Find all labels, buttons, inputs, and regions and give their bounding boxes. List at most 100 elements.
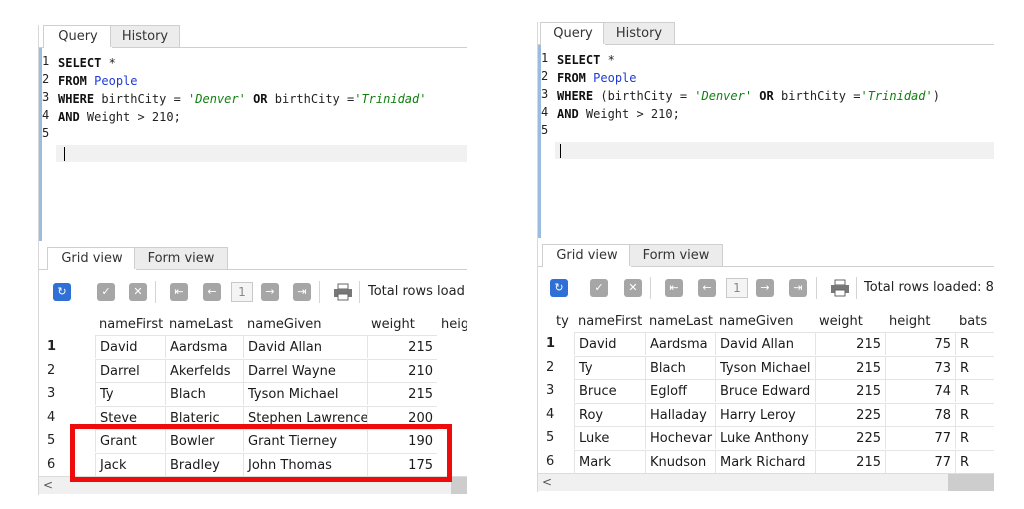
- prev-page-icon[interactable]: ←: [203, 283, 221, 301]
- tab-grid-view[interactable]: Grid view: [47, 247, 137, 270]
- table-cell-given[interactable]: Luke Anthony: [715, 426, 815, 449]
- table-cell-first[interactable]: Bruce: [574, 379, 645, 402]
- table-cell-first[interactable]: David: [574, 332, 645, 355]
- table-cell-height[interactable]: 78: [885, 402, 955, 426]
- table-cell-last[interactable]: Egloff: [645, 379, 715, 402]
- tab-grid-view[interactable]: Grid view: [542, 244, 632, 267]
- table-cell-bats[interactable]: R: [955, 355, 994, 379]
- table-cell-last[interactable]: Aardsma: [645, 332, 715, 355]
- column-header[interactable]: ty: [554, 310, 574, 333]
- table-cell-given[interactable]: Darrel Wayne: [243, 358, 367, 382]
- table-cell-last[interactable]: Akerfelds: [165, 358, 243, 382]
- table-cell-first[interactable]: Luke: [574, 426, 645, 449]
- column-header[interactable]: nameGiven: [715, 310, 815, 333]
- table-cell-height[interactable]: 74: [885, 379, 955, 402]
- column-header[interactable]: height: [885, 310, 955, 333]
- check-icon[interactable]: ✓: [590, 279, 608, 297]
- table-cell-last[interactable]: Halladay: [645, 402, 715, 426]
- table-cell-given[interactable]: Tyson Michael: [715, 355, 815, 379]
- scroll-left-icon[interactable]: <: [542, 474, 552, 491]
- sql-editor[interactable]: 1 2 3 4 5 SELECT * FROM People WHERE bir…: [39, 48, 467, 241]
- row-number[interactable]: 6: [540, 450, 574, 473]
- tab-history[interactable]: History: [110, 25, 180, 47]
- table-cell-given[interactable]: David Allan: [715, 332, 815, 355]
- table-cell-weight[interactable]: 215: [815, 449, 885, 473]
- next-page-icon[interactable]: →: [756, 279, 774, 297]
- table-cell-weight[interactable]: 215: [367, 382, 437, 405]
- table-cell-bats[interactable]: R: [955, 332, 994, 355]
- tab-form-view[interactable]: Form view: [629, 244, 723, 266]
- table-cell-last[interactable]: Blach: [645, 355, 715, 379]
- row-number[interactable]: 4: [540, 403, 574, 426]
- table-cell-last[interactable]: Hochevar: [645, 426, 715, 449]
- table-cell-given[interactable]: David Allan: [243, 335, 367, 358]
- column-header[interactable]: nameLast: [645, 310, 715, 333]
- table-cell-last[interactable]: Knudson: [645, 449, 715, 473]
- check-icon[interactable]: ✓: [97, 283, 115, 301]
- tab-query[interactable]: Query: [43, 25, 113, 48]
- table-cell-height[interactable]: 77: [885, 426, 955, 449]
- horizontal-scrollbar[interactable]: <: [538, 473, 994, 491]
- prev-page-icon[interactable]: ←: [698, 279, 716, 297]
- tab-query[interactable]: Query: [540, 22, 606, 45]
- column-header[interactable]: heig: [437, 313, 467, 336]
- table-cell-first[interactable]: David: [95, 335, 165, 358]
- table-cell-given[interactable]: Tyson Michael: [243, 382, 367, 405]
- table-cell-weight[interactable]: 215: [815, 355, 885, 379]
- table-cell-height[interactable]: 73: [885, 355, 955, 379]
- table-cell-first[interactable]: Mark: [574, 449, 645, 473]
- column-header[interactable]: nameFirst: [574, 310, 645, 333]
- column-header[interactable]: nameLast: [165, 313, 243, 336]
- row-number[interactable]: 2: [540, 356, 574, 379]
- table-cell-bats[interactable]: R: [955, 379, 994, 402]
- column-header[interactable]: weight: [815, 310, 885, 333]
- table-cell-weight[interactable]: 215: [367, 335, 437, 358]
- table-cell-height[interactable]: 75: [885, 332, 955, 355]
- table-cell-first[interactable]: Roy: [574, 402, 645, 426]
- table-cell-bats[interactable]: R: [955, 449, 994, 473]
- table-cell-bats[interactable]: R: [955, 426, 994, 449]
- table-cell-weight[interactable]: 210: [367, 358, 437, 382]
- last-page-icon[interactable]: ⇥: [293, 283, 311, 301]
- row-number[interactable]: 3: [540, 379, 574, 402]
- table-cell-last[interactable]: Aardsma: [165, 335, 243, 358]
- tab-form-view[interactable]: Form view: [134, 247, 228, 269]
- refresh-icon[interactable]: ↻: [53, 283, 71, 301]
- next-page-icon[interactable]: →: [261, 283, 279, 301]
- last-page-icon[interactable]: ⇥: [789, 279, 807, 297]
- first-page-icon[interactable]: ⇤: [170, 283, 188, 301]
- page-number-field[interactable]: 1: [231, 282, 253, 302]
- table-cell-given[interactable]: Harry Leroy: [715, 402, 815, 426]
- table-cell-first[interactable]: Ty: [95, 382, 165, 405]
- table-cell-first[interactable]: Darrel: [95, 358, 165, 382]
- table-cell-weight[interactable]: 215: [815, 379, 885, 402]
- column-header[interactable]: bats: [955, 310, 994, 333]
- table-cell-height[interactable]: 77: [885, 449, 955, 473]
- table-cell-weight[interactable]: 225: [815, 402, 885, 426]
- row-number[interactable]: 1: [540, 332, 574, 355]
- cancel-icon[interactable]: ✕: [129, 283, 147, 301]
- table-cell-last[interactable]: Blach: [165, 382, 243, 405]
- table-cell-given[interactable]: Mark Richard: [715, 449, 815, 473]
- cancel-icon[interactable]: ✕: [624, 279, 642, 297]
- column-header[interactable]: weight: [367, 313, 437, 336]
- table-cell-weight[interactable]: 225: [815, 426, 885, 449]
- row-number[interactable]: 5: [540, 426, 574, 449]
- first-page-icon[interactable]: ⇤: [665, 279, 683, 297]
- row-number[interactable]: 2: [41, 359, 95, 382]
- table-cell-first[interactable]: Ty: [574, 355, 645, 379]
- column-header[interactable]: nameFirst: [95, 313, 165, 336]
- tab-history[interactable]: History: [603, 22, 675, 44]
- table-cell-given[interactable]: Bruce Edward: [715, 379, 815, 402]
- table-cell-weight[interactable]: 215: [815, 332, 885, 355]
- scrollbar-thumb[interactable]: [948, 474, 994, 491]
- scroll-left-icon[interactable]: <: [43, 477, 53, 494]
- refresh-icon[interactable]: ↻: [550, 279, 568, 297]
- sql-editor[interactable]: 1 2 3 4 5 SELECT * FROM People WHERE (bi…: [538, 45, 994, 238]
- print-icon[interactable]: [830, 279, 850, 297]
- scrollbar-thumb[interactable]: [451, 477, 467, 494]
- row-number[interactable]: 3: [41, 382, 95, 405]
- print-icon[interactable]: [333, 283, 353, 301]
- table-cell-bats[interactable]: R: [955, 402, 994, 426]
- page-number-field[interactable]: 1: [726, 278, 748, 298]
